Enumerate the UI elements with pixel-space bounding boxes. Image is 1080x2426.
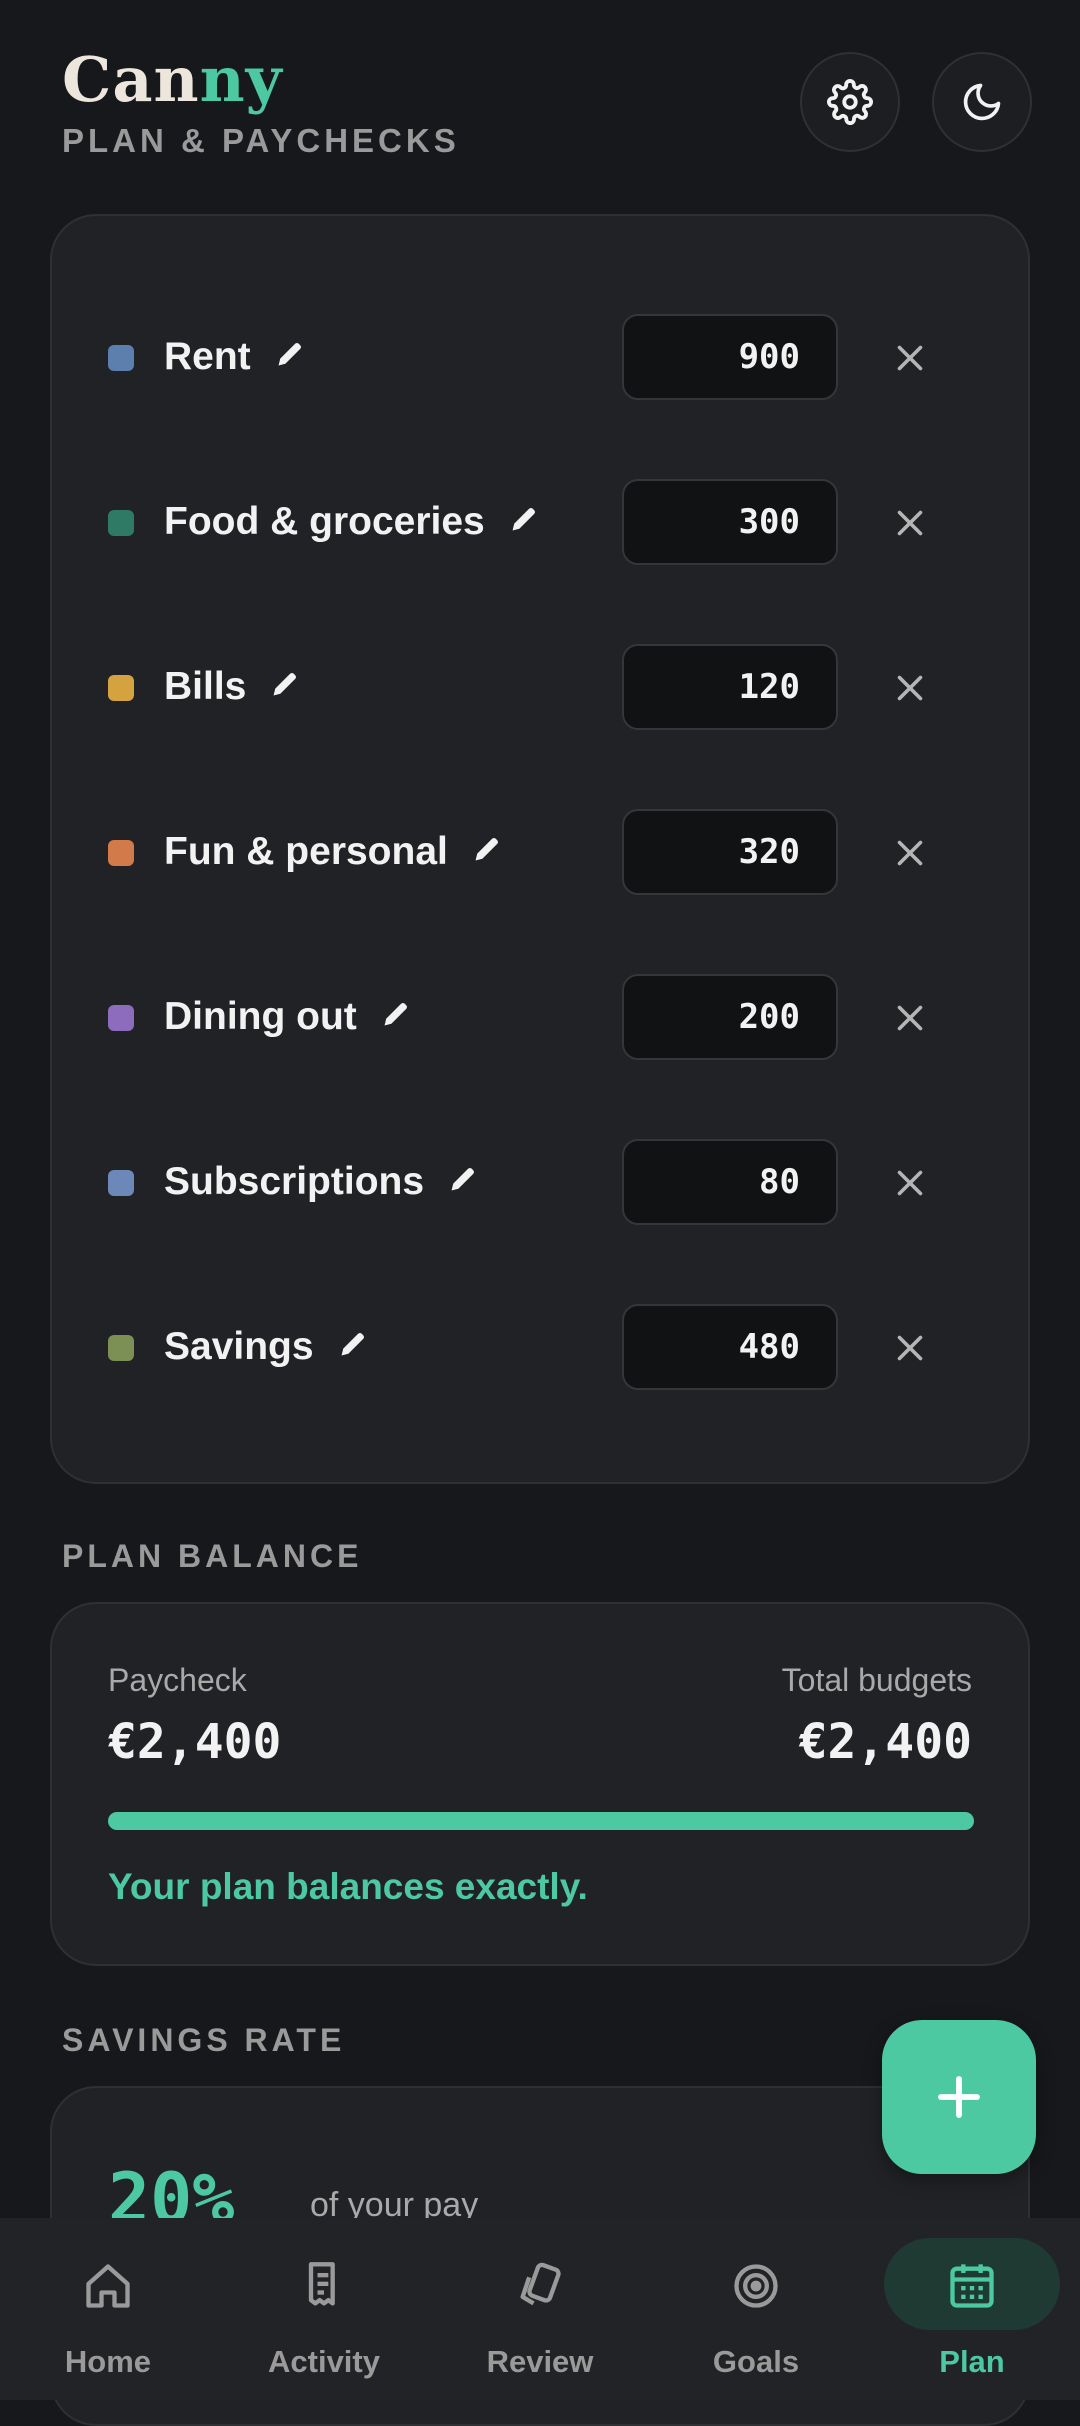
bottom-navigation: Home Activity Review Goals Plan [0,2218,1080,2400]
remove-budget-button[interactable] [890,998,930,1038]
category-color-swatch [108,510,134,536]
remove-budget-button[interactable] [890,338,930,378]
paycheck-label: Paycheck [108,1662,247,1698]
category-name[interactable]: Dining out [164,994,413,1042]
category-color-swatch [108,345,134,371]
savings-rate-heading: SAVINGS RATE [62,2022,346,2058]
category-color-swatch [108,1335,134,1361]
logo-part-2: ny [199,43,283,116]
budget-amount-input[interactable]: 900 [622,314,838,400]
calendar-icon [950,2264,994,2308]
app-header: Canny PLAN & PAYCHECKS [0,0,1080,200]
remove-budget-button[interactable] [890,668,930,708]
budget-amount-input[interactable]: 300 [622,479,838,565]
gear-icon [827,79,873,125]
budget-amount-input[interactable]: 320 [622,809,838,895]
category-name[interactable]: Subscriptions [164,1159,480,1207]
close-icon [892,505,928,541]
total-budgets-label: Total budgets [781,1662,972,1698]
total-budgets-value: €2,400 [798,1714,972,1770]
category-name-text: Bills [164,665,247,708]
category-color-swatch [108,840,134,866]
moon-icon [963,83,1001,121]
plus-icon [938,2076,980,2118]
remove-budget-button[interactable] [890,1328,930,1368]
receipt-icon [308,2262,335,2306]
edit-pencil-icon[interactable] [379,996,413,1042]
budget-row: Subscriptions 80 [52,1137,1032,1227]
category-color-swatch [108,1170,134,1196]
category-color-swatch [108,1005,134,1031]
category-name[interactable]: Fun & personal [164,829,504,877]
nav-review[interactable]: Review [432,2218,648,2400]
category-name[interactable]: Food & groceries [164,499,541,547]
budget-amount-input[interactable]: 120 [622,644,838,730]
balance-status-text: Your plan balances exactly. [108,1866,588,1907]
close-icon [892,835,928,871]
nav-goals-label: Goals [712,2344,800,2379]
page-subtitle: PLAN & PAYCHECKS [62,122,460,159]
category-color-swatch [108,675,134,701]
category-name[interactable]: Rent [164,334,307,382]
edit-pencil-icon[interactable] [336,1326,370,1372]
nav-plan-label: Plan [939,2344,1005,2379]
logo-part-1: Can [62,43,200,116]
edit-pencil-icon[interactable] [446,1161,480,1207]
category-name-text: Savings [164,1325,314,1368]
nav-review-label: Review [486,2344,594,2379]
settings-button[interactable] [800,52,900,152]
nav-plan[interactable]: Plan [864,2218,1080,2400]
remove-budget-button[interactable] [890,833,930,873]
budget-row: Rent 900 [52,312,1032,402]
close-icon [892,1165,928,1201]
nav-home-label: Home [64,2344,152,2379]
app-logo: Canny [62,38,283,122]
budget-amount-input[interactable]: 480 [622,1304,838,1390]
nav-goals[interactable]: Goals [648,2218,864,2400]
theme-toggle-button[interactable] [932,52,1032,152]
category-name[interactable]: Bills [164,664,302,712]
budget-list-card: Rent 900 Food & groceries 300 Bills 120 Fun & … [50,214,1030,1484]
nav-home[interactable]: Home [0,2218,216,2400]
category-name-text: Food & groceries [164,500,485,543]
budget-row: Bills 120 [52,642,1032,732]
budget-amount-input[interactable]: 200 [622,974,838,1060]
cards-icon [520,2262,561,2306]
category-name-text: Dining out [164,995,357,1038]
home-icon [86,2264,130,2308]
close-icon [892,1000,928,1036]
edit-pencil-icon[interactable] [268,666,302,712]
budget-row: Food & groceries 300 [52,477,1032,567]
edit-pencil-icon[interactable] [507,501,541,547]
remove-budget-button[interactable] [890,503,930,543]
category-name-text: Subscriptions [164,1160,425,1203]
category-name-text: Rent [164,335,251,378]
category-name[interactable]: Savings [164,1324,370,1372]
nav-activity-label: Activity [268,2344,380,2379]
budget-row: Dining out 200 [52,972,1032,1062]
budget-amount-input[interactable]: 80 [622,1139,838,1225]
paycheck-value: €2,400 [108,1714,282,1770]
balance-progress-fill [108,1812,974,1830]
close-icon [892,670,928,706]
plan-balance-card: Paycheck Total budgets €2,400 €2,400 You… [50,1602,1030,1966]
edit-pencil-icon[interactable] [470,831,504,877]
target-icon [734,2264,778,2308]
category-name-text: Fun & personal [164,830,448,873]
close-icon [892,340,928,376]
close-icon [892,1330,928,1366]
nav-activity[interactable]: Activity [216,2218,432,2400]
budget-row: Savings 480 [52,1302,1032,1392]
remove-budget-button[interactable] [890,1163,930,1203]
edit-pencil-icon[interactable] [273,336,307,382]
balance-progress-bar [108,1812,974,1830]
add-budget-button[interactable] [882,2020,1036,2174]
budget-row: Fun & personal 320 [52,807,1032,897]
plan-balance-heading: PLAN BALANCE [62,1538,363,1574]
